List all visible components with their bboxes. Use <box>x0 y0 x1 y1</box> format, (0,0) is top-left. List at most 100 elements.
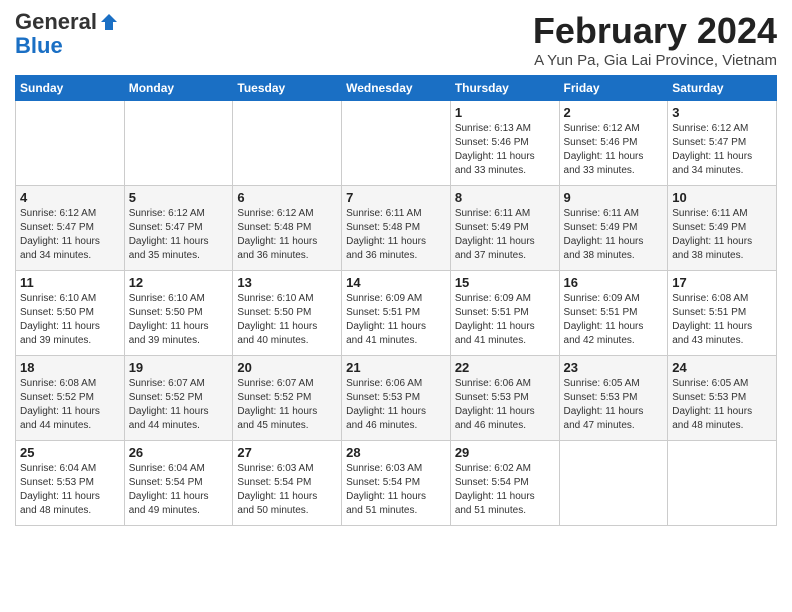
calendar-cell: 18 Sunrise: 6:08 AM Sunset: 5:52 PM Dayli… <box>16 356 125 441</box>
calendar-cell: 21 Sunrise: 6:06 AM Sunset: 5:53 PM Dayli… <box>342 356 451 441</box>
day-number: 10 <box>672 190 772 205</box>
day-detail: Sunrise: 6:12 AM Sunset: 5:47 PM Dayligh… <box>20 207 120 263</box>
calendar-cell: 27 Sunrise: 6:03 AM Sunset: 5:54 PM Dayli… <box>233 441 342 526</box>
calendar-cell: 20Sunrise: 6:07 AM Sunset: 5:52 PM Dayli… <box>233 356 342 441</box>
day-detail: Sunrise: 6:06 AM Sunset: 5:53 PM Dayligh… <box>346 377 446 433</box>
calendar-cell: 17 Sunrise: 6:08 AM Sunset: 5:51 PM Dayli… <box>668 271 777 356</box>
day-detail: Sunrise: 6:12 AM Sunset: 5:46 PM Dayligh… <box>564 122 664 178</box>
day-detail: Sunrise: 6:11 AM Sunset: 5:49 PM Dayligh… <box>564 207 664 263</box>
calendar-cell: 5Sunrise: 6:12 AM Sunset: 5:47 PM Daylig… <box>124 186 233 271</box>
day-detail: Sunrise: 6:03 AM Sunset: 5:54 PM Dayligh… <box>237 462 337 518</box>
calendar-week-3: 18 Sunrise: 6:08 AM Sunset: 5:52 PM Dayli… <box>16 356 777 441</box>
calendar-cell <box>668 441 777 526</box>
day-detail: Sunrise: 6:03 AM Sunset: 5:54 PM Dayligh… <box>346 462 446 518</box>
day-detail: Sunrise: 6:13 AM Sunset: 5:46 PM Dayligh… <box>455 122 555 178</box>
calendar-cell: 9 Sunrise: 6:11 AM Sunset: 5:49 PM Daylig… <box>559 186 668 271</box>
calendar-cell: 28 Sunrise: 6:03 AM Sunset: 5:54 PM Dayli… <box>342 441 451 526</box>
day-number: 25 <box>20 445 120 460</box>
day-number: 2 <box>564 105 664 120</box>
calendar-cell <box>233 101 342 186</box>
day-detail: Sunrise: 6:04 AM Sunset: 5:54 PM Dayligh… <box>129 462 229 518</box>
day-detail: Sunrise: 6:05 AM Sunset: 5:53 PM Dayligh… <box>564 377 664 433</box>
calendar-cell: 13 Sunrise: 6:10 AM Sunset: 5:50 PM Dayli… <box>233 271 342 356</box>
day-number: 3 <box>672 105 772 120</box>
day-number: 12 <box>129 275 229 290</box>
day-number: 29 <box>455 445 555 460</box>
day-number: 22 <box>455 360 555 375</box>
day-detail: Sunrise: 6:08 AM Sunset: 5:51 PM Dayligh… <box>672 292 772 348</box>
calendar-cell <box>342 101 451 186</box>
day-number: 13 <box>237 275 337 290</box>
page-header: General Blue February 2024 A Yun Pa, Gia… <box>15 10 777 69</box>
header-sunday: Sunday <box>16 76 125 101</box>
calendar-cell: 3 Sunrise: 6:12 AM Sunset: 5:47 PM Daylig… <box>668 101 777 186</box>
logo-general-text: General <box>15 10 97 34</box>
day-detail: Sunrise: 6:07 AM Sunset: 5:52 PM Dayligh… <box>129 377 229 433</box>
day-number: 23 <box>564 360 664 375</box>
calendar-week-1: 4 Sunrise: 6:12 AM Sunset: 5:47 PM Daylig… <box>16 186 777 271</box>
calendar-cell <box>124 101 233 186</box>
calendar-cell <box>16 101 125 186</box>
day-number: 6 <box>237 190 337 205</box>
calendar-cell <box>559 441 668 526</box>
day-detail: Sunrise: 6:09 AM Sunset: 5:51 PM Dayligh… <box>455 292 555 348</box>
day-detail: Sunrise: 6:10 AM Sunset: 5:50 PM Dayligh… <box>129 292 229 348</box>
day-number: 14 <box>346 275 446 290</box>
calendar-cell: 11 Sunrise: 6:10 AM Sunset: 5:50 PM Dayli… <box>16 271 125 356</box>
day-number: 1 <box>455 105 555 120</box>
calendar-week-2: 11 Sunrise: 6:10 AM Sunset: 5:50 PM Dayli… <box>16 271 777 356</box>
subtitle: A Yun Pa, Gia Lai Province, Vietnam <box>533 52 777 69</box>
day-number: 18 <box>20 360 120 375</box>
day-number: 20 <box>237 360 337 375</box>
day-number: 4 <box>20 190 120 205</box>
day-detail: Sunrise: 6:12 AM Sunset: 5:48 PM Dayligh… <box>237 207 337 263</box>
calendar-table: SundayMondayTuesdayWednesdayThursdayFrid… <box>15 75 777 526</box>
calendar-cell: 12 Sunrise: 6:10 AM Sunset: 5:50 PM Dayli… <box>124 271 233 356</box>
calendar-week-4: 25 Sunrise: 6:04 AM Sunset: 5:53 PM Dayli… <box>16 441 777 526</box>
calendar-cell: 25 Sunrise: 6:04 AM Sunset: 5:53 PM Dayli… <box>16 441 125 526</box>
calendar-cell: 29Sunrise: 6:02 AM Sunset: 5:54 PM Dayli… <box>450 441 559 526</box>
day-number: 28 <box>346 445 446 460</box>
logo: General Blue <box>15 10 119 58</box>
day-number: 21 <box>346 360 446 375</box>
day-number: 5 <box>129 190 229 205</box>
logo-icon <box>99 12 119 32</box>
header-tuesday: Tuesday <box>233 76 342 101</box>
day-detail: Sunrise: 6:09 AM Sunset: 5:51 PM Dayligh… <box>346 292 446 348</box>
day-detail: Sunrise: 6:04 AM Sunset: 5:53 PM Dayligh… <box>20 462 120 518</box>
day-number: 8 <box>455 190 555 205</box>
day-detail: Sunrise: 6:12 AM Sunset: 5:47 PM Dayligh… <box>672 122 772 178</box>
day-number: 9 <box>564 190 664 205</box>
calendar-cell: 26Sunrise: 6:04 AM Sunset: 5:54 PM Dayli… <box>124 441 233 526</box>
calendar-cell: 7Sunrise: 6:11 AM Sunset: 5:48 PM Daylig… <box>342 186 451 271</box>
calendar-header-row: SundayMondayTuesdayWednesdayThursdayFrid… <box>16 76 777 101</box>
day-number: 27 <box>237 445 337 460</box>
calendar-cell: 10 Sunrise: 6:11 AM Sunset: 5:49 PM Dayli… <box>668 186 777 271</box>
day-number: 17 <box>672 275 772 290</box>
day-detail: Sunrise: 6:10 AM Sunset: 5:50 PM Dayligh… <box>20 292 120 348</box>
header-wednesday: Wednesday <box>342 76 451 101</box>
calendar-cell: 6 Sunrise: 6:12 AM Sunset: 5:48 PM Daylig… <box>233 186 342 271</box>
logo-blue-text: Blue <box>15 34 63 58</box>
header-thursday: Thursday <box>450 76 559 101</box>
calendar-cell: 16Sunrise: 6:09 AM Sunset: 5:51 PM Dayli… <box>559 271 668 356</box>
calendar-cell: 1 Sunrise: 6:13 AM Sunset: 5:46 PM Daylig… <box>450 101 559 186</box>
calendar-cell: 23 Sunrise: 6:05 AM Sunset: 5:53 PM Dayli… <box>559 356 668 441</box>
day-detail: Sunrise: 6:08 AM Sunset: 5:52 PM Dayligh… <box>20 377 120 433</box>
calendar-cell: 14 Sunrise: 6:09 AM Sunset: 5:51 PM Dayli… <box>342 271 451 356</box>
day-detail: Sunrise: 6:05 AM Sunset: 5:53 PM Dayligh… <box>672 377 772 433</box>
day-detail: Sunrise: 6:09 AM Sunset: 5:51 PM Dayligh… <box>564 292 664 348</box>
day-detail: Sunrise: 6:10 AM Sunset: 5:50 PM Dayligh… <box>237 292 337 348</box>
day-number: 24 <box>672 360 772 375</box>
day-number: 19 <box>129 360 229 375</box>
day-number: 7 <box>346 190 446 205</box>
calendar-cell: 19 Sunrise: 6:07 AM Sunset: 5:52 PM Dayli… <box>124 356 233 441</box>
calendar-cell: 4 Sunrise: 6:12 AM Sunset: 5:47 PM Daylig… <box>16 186 125 271</box>
header-saturday: Saturday <box>668 76 777 101</box>
day-detail: Sunrise: 6:11 AM Sunset: 5:49 PM Dayligh… <box>455 207 555 263</box>
day-number: 11 <box>20 275 120 290</box>
calendar-cell: 22Sunrise: 6:06 AM Sunset: 5:53 PM Dayli… <box>450 356 559 441</box>
day-number: 15 <box>455 275 555 290</box>
main-title: February 2024 <box>533 10 777 52</box>
day-detail: Sunrise: 6:11 AM Sunset: 5:49 PM Dayligh… <box>672 207 772 263</box>
